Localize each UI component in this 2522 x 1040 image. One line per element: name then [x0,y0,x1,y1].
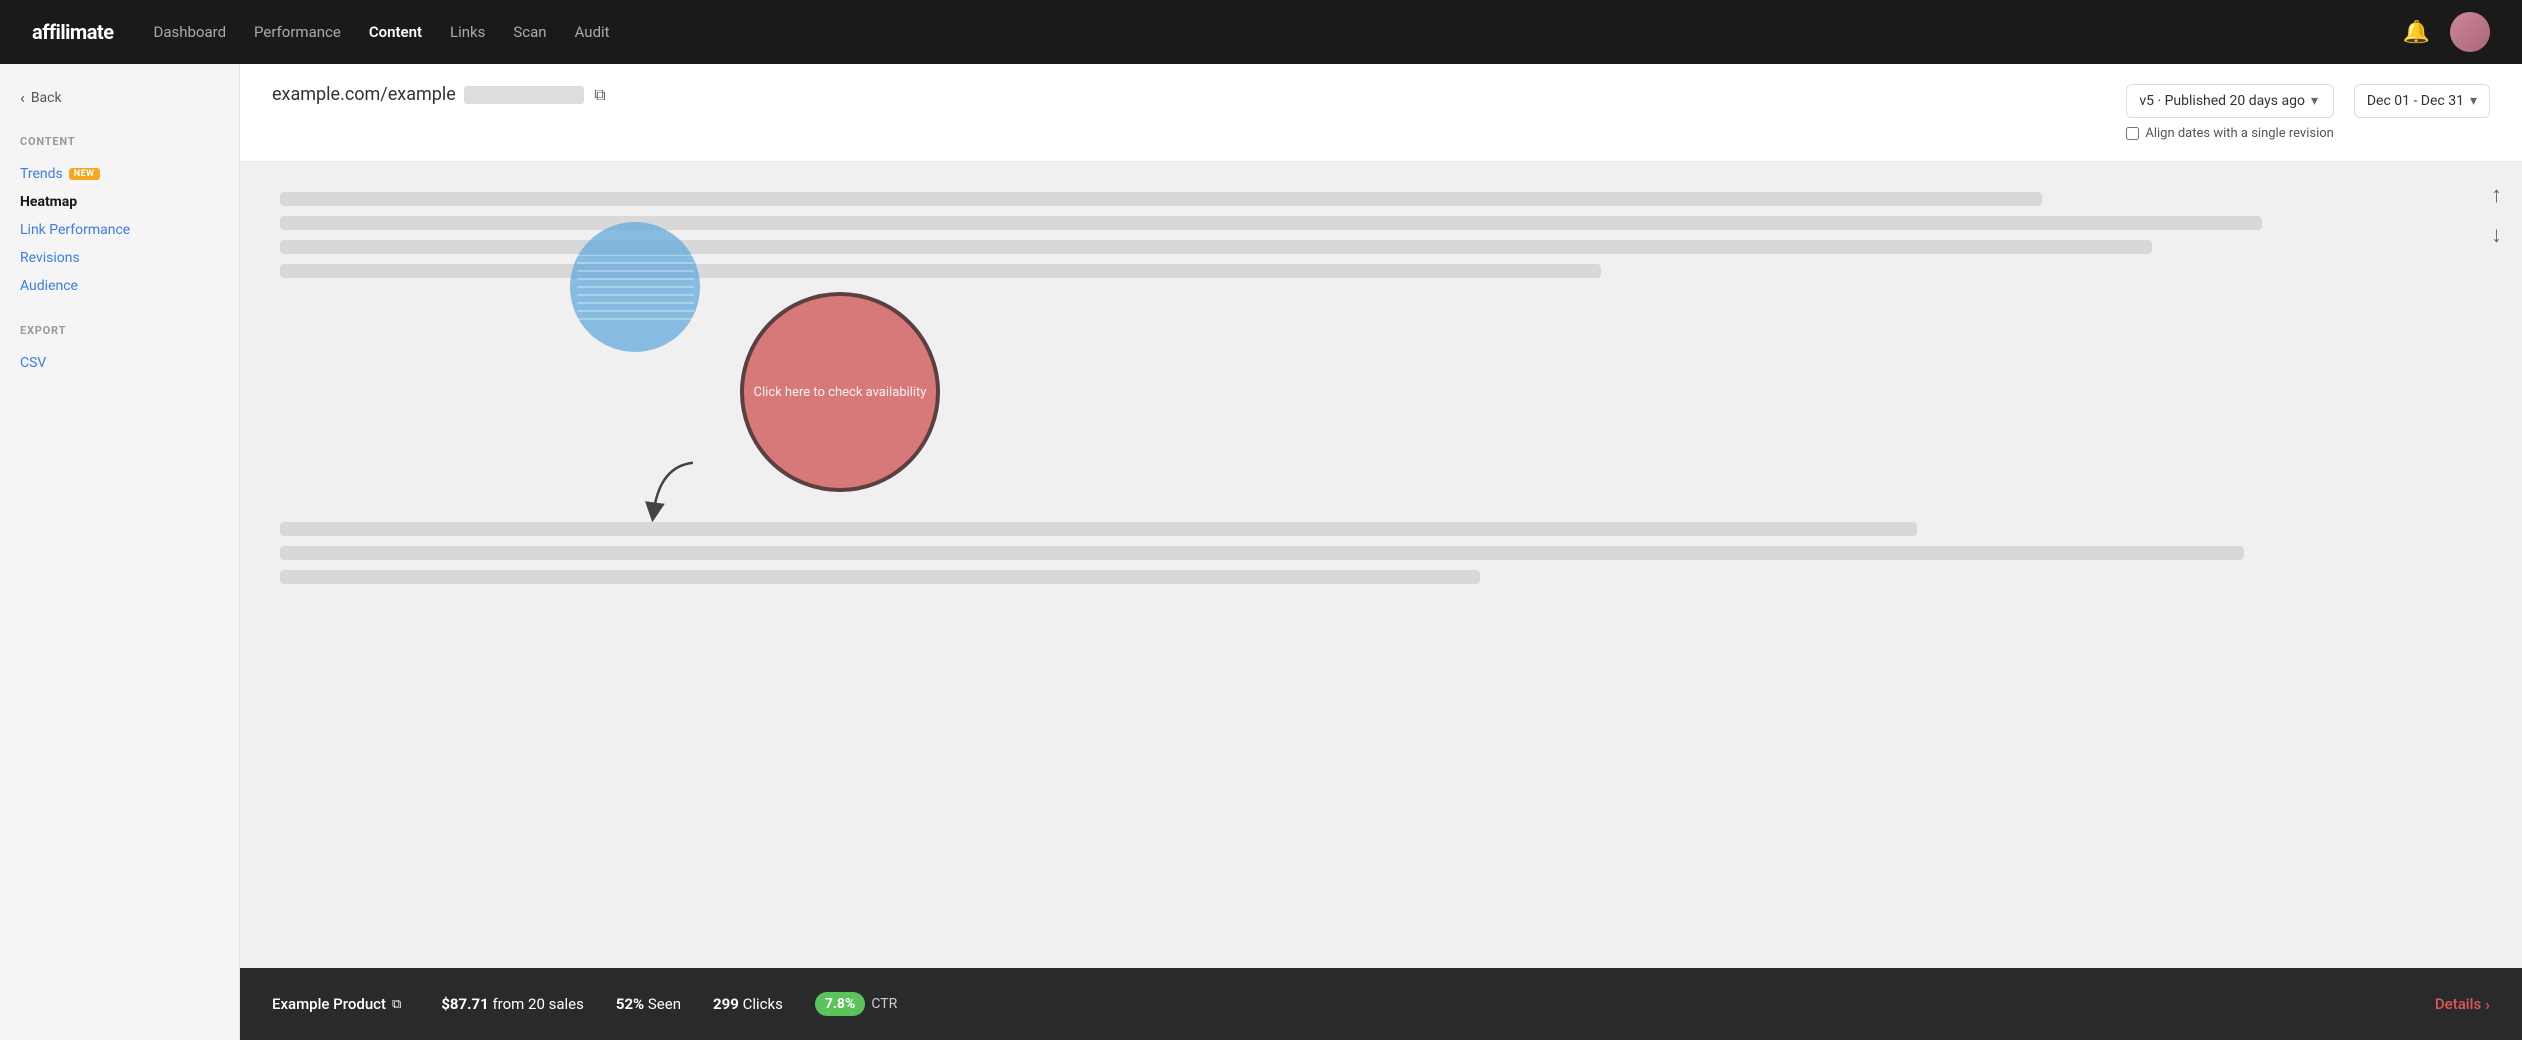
logo[interactable]: affilimate [32,20,114,44]
bottom-bar: Example Product ⧉ $87.71 from 20 sales 5… [240,968,2522,1040]
content-line [280,192,2042,206]
content-line [280,216,2262,230]
content-header: example.com/example ⧉ v5 · Published 20 … [240,64,2522,162]
header-controls: v5 · Published 20 days ago ▾ Align dates… [2126,84,2490,141]
revision-selector[interactable]: v5 · Published 20 days ago ▾ [2126,84,2334,118]
nav-audit[interactable]: Audit [575,23,610,41]
back-label: Back [31,90,62,106]
heatmap-bubble-blue[interactable] [570,222,700,352]
back-arrow-icon: ‹ [20,88,25,107]
navbar: affilimate Dashboard Performance Content… [0,0,2522,64]
avatar[interactable] [2450,12,2490,52]
url-blur [464,86,584,104]
content-section: CONTENT Trends NEW Heatmap Link Performa… [20,135,219,300]
bottom-product: Example Product ⧉ [272,995,401,1013]
export-section: EXPORT CSV [20,324,219,377]
export-section-label: EXPORT [20,324,219,337]
nav-links: Dashboard Performance Content Links Scan… [154,23,610,41]
content-line [280,522,1917,536]
avatar-image [2450,12,2490,52]
content-lines-mid [280,382,2462,594]
details-link[interactable]: Details › [2435,995,2490,1014]
url-text: example.com/example [272,84,456,105]
sidebar-item-heatmap[interactable]: Heatmap [20,188,219,216]
main-content: example.com/example ⧉ v5 · Published 20 … [240,64,2522,1040]
bottom-clicks: 299 Clicks [713,995,783,1013]
scroll-down-button[interactable]: ↓ [2491,222,2502,248]
ctr-badge: 7.8% [815,992,865,1016]
nav-performance[interactable]: Performance [254,23,341,41]
back-link[interactable]: ‹ Back [20,88,219,107]
navbar-right: 🔔 [2403,12,2490,52]
bottom-seen: 52% Seen [616,995,681,1013]
bottom-revenue: $87.71 from 20 sales [441,995,584,1013]
link-performance-label: Link Performance [20,222,130,238]
content-line [280,570,1480,584]
sidebar-item-link-performance[interactable]: Link Performance [20,216,219,244]
scroll-up-icon: ↑ [2491,183,2502,208]
audience-label: Audience [20,278,78,294]
bubble-red-label: Click here to check availability [754,385,927,400]
page-layout: ‹ Back CONTENT Trends NEW Heatmap Link P… [0,64,2522,1040]
date-chevron-down-icon: ▾ [2470,93,2477,109]
sidebar: ‹ Back CONTENT Trends NEW Heatmap Link P… [0,64,240,1040]
scroll-up-button[interactable]: ↑ [2491,182,2502,208]
date-range-selector[interactable]: Dec 01 - Dec 31 ▾ [2354,84,2490,118]
sidebar-item-revisions[interactable]: Revisions [20,244,219,272]
heatmap-bubble-red[interactable]: Click here to check availability [740,292,940,492]
chevron-down-icon: ▾ [2311,93,2318,109]
clicks-value: 299 [713,995,739,1013]
navbar-left: affilimate Dashboard Performance Content… [32,20,610,44]
seen-value: 52% [616,995,644,1013]
revenue-value: $87.71 [441,995,488,1013]
revenue-suffix: from 20 sales [492,995,583,1013]
content-line [280,546,2244,560]
sidebar-item-trends[interactable]: Trends NEW [20,160,219,188]
revision-controls: v5 · Published 20 days ago ▾ Align dates… [2126,84,2334,141]
align-dates-row: Align dates with a single revision [2126,126,2334,141]
page-url-row: example.com/example ⧉ [272,84,606,105]
sidebar-item-csv[interactable]: CSV [20,349,219,377]
align-dates-label: Align dates with a single revision [2145,126,2334,141]
trends-label: Trends [20,166,63,182]
content-line [280,264,1601,278]
content-section-label: CONTENT [20,135,219,148]
revisions-label: Revisions [20,250,80,266]
seen-label-text: Seen [648,995,681,1013]
product-external-link-icon[interactable]: ⧉ [392,997,401,1012]
content-line [280,240,2152,254]
heatmap-area: ↑ ↓ [240,162,2522,968]
nav-dashboard[interactable]: Dashboard [154,23,227,41]
align-dates-checkbox[interactable] [2126,127,2139,140]
new-badge: NEW [69,168,100,180]
scroll-down-icon: ↓ [2491,223,2502,248]
heatmap-label: Heatmap [20,194,77,210]
revision-label: v5 · Published 20 days ago [2139,93,2305,109]
csv-label: CSV [20,355,46,371]
nav-scan[interactable]: Scan [513,23,546,41]
external-link-icon[interactable]: ⧉ [594,85,605,105]
date-range-label: Dec 01 - Dec 31 [2367,93,2464,109]
ctr-label: CTR [871,996,897,1012]
clicks-label-text: Clicks [743,995,783,1013]
bell-icon[interactable]: 🔔 [2403,20,2430,45]
details-label: Details [2435,995,2481,1013]
page-url: example.com/example [272,84,584,105]
sidebar-item-audience[interactable]: Audience [20,272,219,300]
nav-links-item[interactable]: Links [450,23,485,41]
details-chevron-icon: › [2485,995,2490,1014]
product-name: Example Product [272,995,386,1013]
nav-content[interactable]: Content [369,23,422,41]
